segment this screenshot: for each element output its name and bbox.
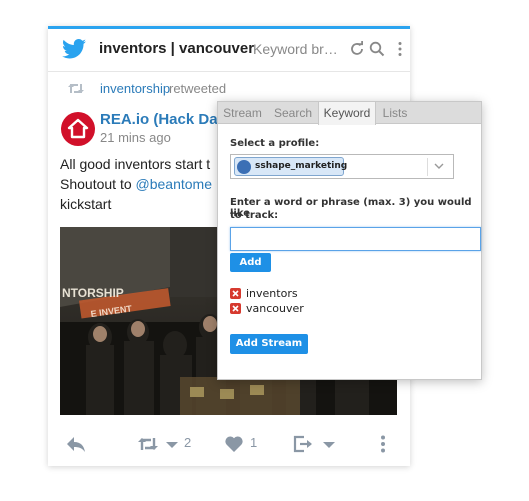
keyword-input[interactable]	[230, 227, 481, 251]
remove-keyword-icon[interactable]	[230, 303, 241, 314]
tab-search[interactable]: Search	[269, 102, 317, 124]
add-keyword-button[interactable]: Add	[230, 253, 271, 272]
twitter-bird-icon	[62, 39, 86, 59]
heart-icon[interactable]	[224, 435, 244, 453]
chevron-down-icon[interactable]	[322, 435, 336, 453]
stream-title: inventors | vancouver	[99, 40, 255, 57]
house-logo-icon	[67, 118, 89, 139]
header-divider	[48, 71, 410, 72]
reply-icon[interactable]	[66, 435, 86, 453]
tweet-actions: 2 1	[48, 429, 410, 459]
tweet-mention-link[interactable]: @beantome	[136, 176, 212, 192]
stream-subtitle: Keyword br…	[253, 41, 338, 57]
retweet-icon[interactable]	[138, 435, 158, 453]
stream-header: inventors | vancouver Keyword br…	[48, 29, 410, 71]
like-count: 1	[250, 435, 258, 450]
keyword-text: vancouver	[246, 302, 304, 315]
more-vertical-icon[interactable]	[378, 435, 388, 453]
share-icon[interactable]	[293, 435, 313, 453]
chevron-down-icon[interactable]	[165, 435, 179, 453]
search-icon[interactable]	[369, 41, 385, 57]
remove-keyword-icon[interactable]	[230, 288, 241, 299]
retweeted-label: retweeted	[169, 81, 227, 96]
selected-profile-name: sshape_marketing	[255, 161, 348, 171]
stream-type-tabs: Stream Search Keyword Lists	[218, 102, 481, 125]
photo-sign-text: NTORSHIP	[62, 286, 124, 300]
retweet-icon	[68, 84, 84, 93]
tweet-text-segment: Shoutout to	[60, 176, 136, 192]
author-avatar[interactable]	[61, 112, 95, 146]
add-stream-popup: Stream Search Keyword Lists Select a pro…	[217, 101, 482, 380]
profile-select[interactable]: sshape_marketing	[230, 154, 454, 179]
selected-profile-chip: sshape_marketing	[234, 157, 348, 176]
profile-avatar-icon	[237, 160, 251, 174]
chevron-down-icon[interactable]	[434, 162, 444, 170]
refresh-icon[interactable]	[349, 41, 365, 57]
profile-label: Select a profile:	[230, 138, 320, 149]
add-stream-button[interactable]: Add Stream	[230, 334, 308, 354]
more-vertical-icon[interactable]	[392, 41, 408, 57]
tab-stream[interactable]: Stream	[218, 102, 267, 124]
keyword-text: inventors	[246, 287, 298, 300]
tab-lists[interactable]: Lists	[377, 102, 413, 124]
retweeter-name[interactable]: inventorship	[100, 81, 170, 96]
retweet-indicator: inventorship retweeted	[48, 79, 410, 99]
retweet-count: 2	[184, 435, 192, 450]
tweet-time: 21 mins ago	[100, 130, 171, 145]
tab-keyword[interactable]: Keyword	[318, 102, 376, 125]
select-divider	[427, 158, 428, 176]
track-label: to track:	[230, 210, 279, 221]
tweet-author[interactable]: REA.io (Hack Day)	[100, 111, 231, 128]
